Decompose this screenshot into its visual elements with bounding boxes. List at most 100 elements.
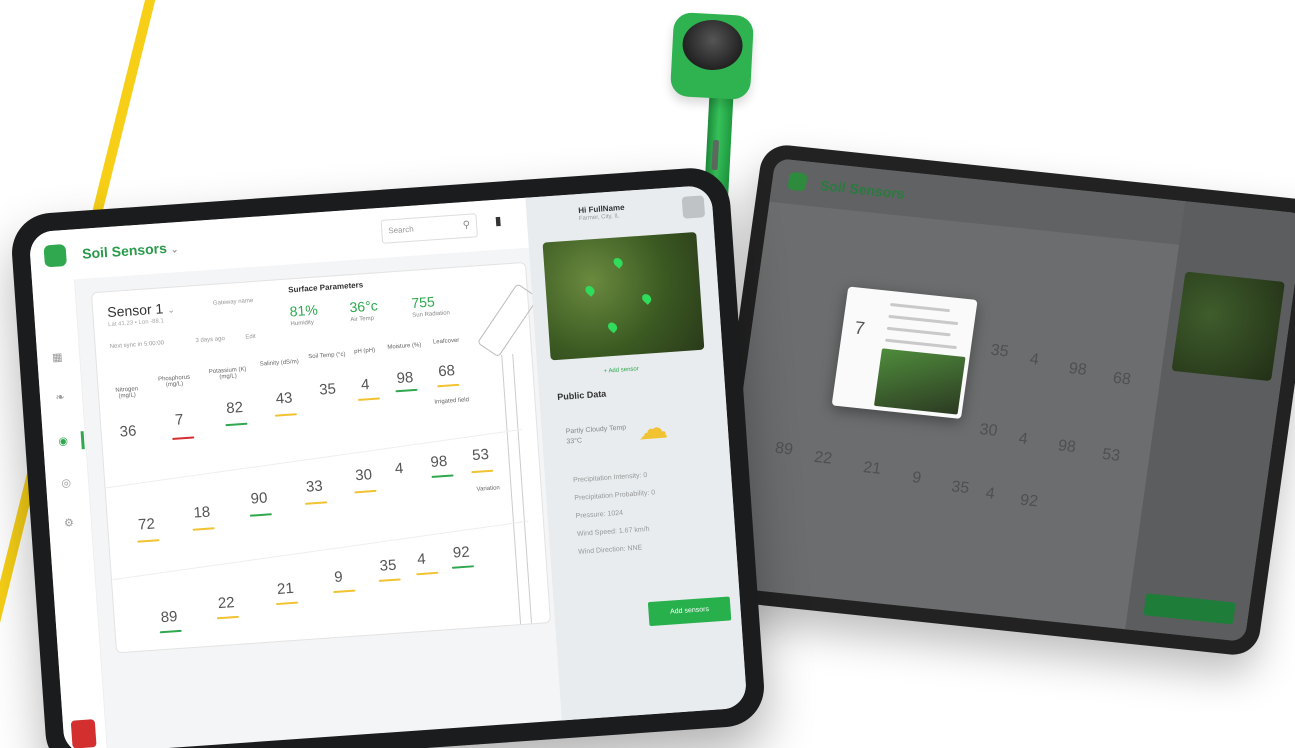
- air-temp-value: 36°c: [348, 297, 379, 316]
- probe-illustration-shaft: [501, 353, 533, 625]
- level-bar: [172, 436, 195, 440]
- globe-icon[interactable]: ◎: [59, 476, 74, 491]
- public-data-title: Public Data: [556, 388, 607, 402]
- side-panel: Hi FullName Farmer, City, IL + Add senso…: [525, 184, 748, 721]
- sensor-value: 18: [192, 503, 211, 522]
- sensor-value: 82: [225, 398, 244, 418]
- notification-bell-icon[interactable]: ▮: [494, 213, 502, 227]
- sensor-value: 98: [396, 369, 414, 388]
- search-icon: ⚲: [462, 219, 471, 232]
- gear-icon[interactable]: ⚙: [61, 516, 76, 531]
- level-bar: [416, 571, 439, 576]
- sensor-name: Sensor 1: [106, 300, 164, 321]
- secondary-value: 92: [1018, 491, 1040, 511]
- sensor-value: 72: [137, 515, 156, 534]
- tablet-secondary-screen: Soil Sensors 7 35 4 98 68 30 4 98 53 89: [715, 158, 1295, 642]
- tablet-main: Soil Sensors ⌄ Search ⚲ ▮ ▦ ❧ ◉ ◎ ⚙ Sens…: [9, 165, 767, 748]
- level-bar: [305, 501, 328, 505]
- app-logo[interactable]: [43, 243, 67, 268]
- secondary-value: 89: [773, 439, 795, 459]
- secondary-value: 35: [950, 478, 971, 498]
- search-placeholder: Search: [388, 224, 414, 236]
- scene: Soil Sensors 7 35 4 98 68 30 4 98 53 89: [0, 0, 1295, 748]
- sensor-value: 33: [305, 477, 324, 496]
- add-sensors-button[interactable]: Add sensors: [647, 596, 732, 627]
- secondary-value: 98: [1067, 360, 1088, 379]
- secondary-value: 4: [1028, 350, 1040, 369]
- leaf-icon[interactable]: ❧: [53, 390, 68, 405]
- avatar[interactable]: [681, 195, 706, 219]
- level-bar: [354, 489, 377, 494]
- column-header: Soil Temp (°c): [308, 351, 346, 361]
- popup-line: [886, 326, 951, 337]
- field-map[interactable]: [542, 231, 705, 361]
- edit-link[interactable]: Edit: [245, 334, 256, 341]
- map-pin-icon[interactable]: [583, 284, 597, 297]
- secondary-value: 22: [813, 448, 834, 468]
- humidity-value: 81%: [289, 301, 319, 320]
- sensor-value: 35: [318, 380, 337, 399]
- public-data-item: Precipitation Intensity: 0: [572, 471, 648, 485]
- avatar[interactable]: [70, 719, 97, 748]
- sensor-value: 22: [217, 594, 236, 613]
- level-bar: [378, 578, 401, 582]
- sensor-title[interactable]: Sensor 1 ⌄: [106, 300, 176, 321]
- secondary-value: 30: [978, 421, 999, 440]
- map-pin-icon[interactable]: [611, 256, 625, 269]
- level-bar: [137, 539, 160, 543]
- sensor-value: 9: [333, 568, 344, 586]
- popup-image: [873, 348, 966, 415]
- map-pin-icon[interactable]: [606, 320, 619, 334]
- popup-line: [890, 302, 951, 313]
- popup-line: [884, 338, 958, 350]
- surface-parameters-title: Surface Parameters: [287, 280, 364, 295]
- sensor-icon[interactable]: ◉: [56, 434, 71, 449]
- secondary-value: 4: [1017, 430, 1029, 448]
- level-bar: [451, 565, 474, 569]
- secondary-app-title: Soil Sensors: [819, 177, 906, 202]
- secondary-value: 21: [862, 459, 883, 478]
- public-data-item: Precipitation Probability: 0: [574, 489, 656, 503]
- level-bar: [333, 589, 356, 594]
- public-data-item: Wind Direction: NNE: [577, 544, 643, 556]
- secondary-value: 68: [1111, 369, 1132, 389]
- chevron-down-icon: ⌄: [166, 304, 176, 315]
- probe-illustration: [476, 283, 539, 358]
- weather-icon: ☁: [636, 411, 669, 447]
- sensor-card: Sensor 1 ⌄ Lat 41.23 • Lon -88.1 Gateway…: [90, 261, 552, 654]
- soil-sensor-head: [669, 11, 755, 101]
- sensor-value: 53: [471, 445, 490, 465]
- sidebar-active-marker: [80, 431, 85, 450]
- grid-icon[interactable]: ▦: [50, 350, 65, 365]
- level-bar: [159, 629, 182, 634]
- popup-line: [888, 314, 959, 326]
- column-header: pH (pH): [353, 347, 376, 356]
- sensor-value: 36: [119, 422, 137, 441]
- sensor-value: 98: [429, 452, 448, 471]
- column-header: Nitrogen (mg/L): [115, 386, 139, 400]
- sensor-value: 21: [276, 579, 295, 599]
- sensor-value: 35: [379, 556, 397, 575]
- sensor-value: 68: [437, 362, 456, 381]
- map-pin-icon[interactable]: [640, 292, 654, 305]
- sun-radiation-label: Sun Radiation: [412, 310, 451, 319]
- sensor-value: 89: [160, 608, 178, 627]
- app-title[interactable]: Soil Sensors ⌄: [82, 239, 179, 262]
- search-input[interactable]: Search ⚲: [380, 213, 478, 244]
- secondary-value: 4: [984, 485, 996, 503]
- column-header: Moisture (%): [387, 342, 422, 351]
- add-sensor-link[interactable]: + Add sensor: [603, 366, 639, 374]
- probe-band: [711, 139, 720, 171]
- secondary-value: 35: [989, 341, 1010, 361]
- row-tag: Irrigated field: [434, 397, 470, 406]
- sensor-value: 92: [452, 543, 471, 562]
- app-logo: [787, 171, 808, 192]
- level-bar: [274, 413, 297, 417]
- level-bar: [431, 474, 454, 478]
- public-data-item: Pressure: 1024: [575, 509, 624, 521]
- gateway-name: Gateway name: [212, 297, 254, 307]
- secondary-value: 53: [1101, 446, 1122, 465]
- public-data-item: Wind Speed: 1.67 km/h: [576, 525, 650, 538]
- tablet-main-screen: Soil Sensors ⌄ Search ⚲ ▮ ▦ ❧ ◉ ◎ ⚙ Sens…: [28, 184, 748, 748]
- sensor-value: 4: [394, 459, 404, 478]
